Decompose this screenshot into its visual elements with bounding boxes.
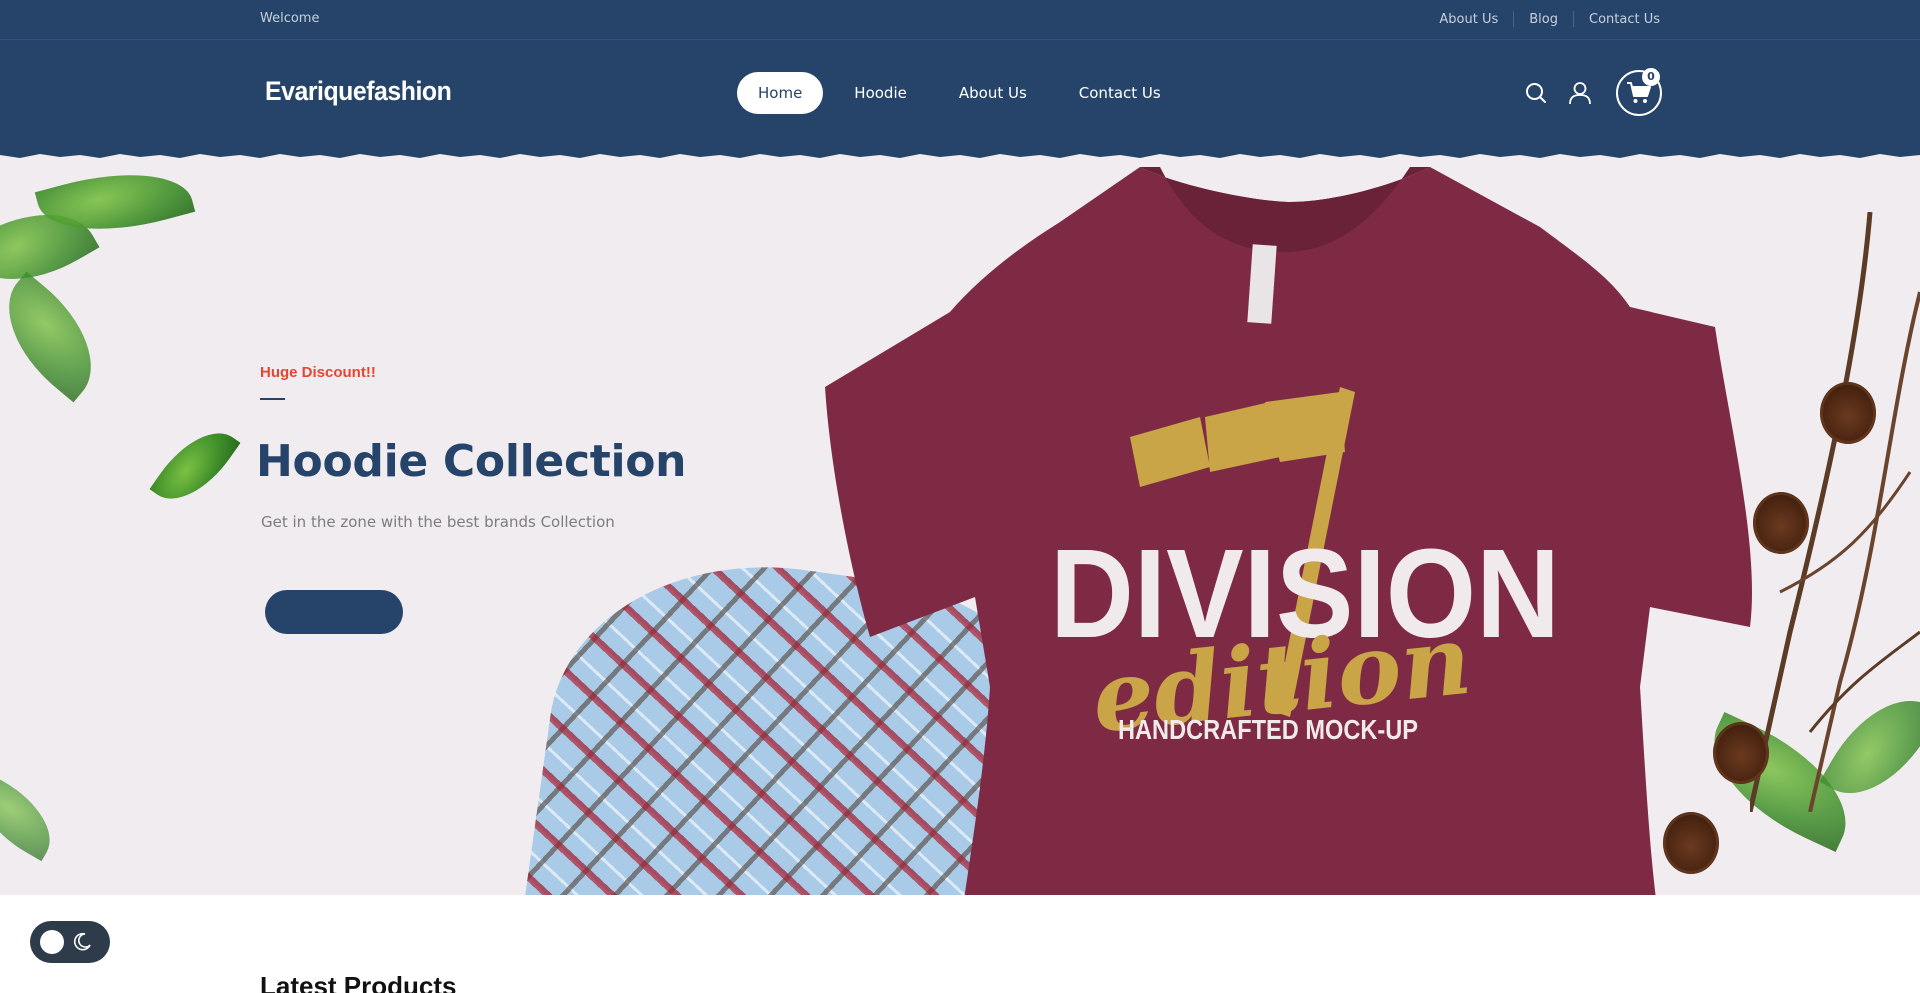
main-header: Evariquefashion Home Hoodie About Us Con… — [0, 40, 1920, 152]
site-logo[interactable]: Evariquefashion — [265, 76, 452, 107]
shop-now-button[interactable] — [265, 590, 403, 634]
torn-edge — [0, 152, 1920, 158]
user-icon[interactable] — [1566, 79, 1594, 107]
theme-toggle[interactable] — [30, 921, 110, 963]
top-bar: Welcome About Us Blog Contact Us — [0, 0, 1920, 40]
hero-banner: DIVISION edition HANDCRAFTED MOCK-UP Hug… — [0, 152, 1920, 895]
welcome-text: Welcome — [260, 11, 320, 26]
nav-item-home[interactable]: Home — [737, 72, 824, 114]
tshirt-image: DIVISION edition HANDCRAFTED MOCK-UP — [825, 167, 1752, 895]
main-nav: Home Hoodie About Us Contact Us — [737, 72, 1192, 114]
sun-knob — [40, 930, 64, 954]
search-icon[interactable] — [1522, 79, 1550, 107]
tagline-underline — [260, 398, 285, 400]
discount-tagline: Huge Discount!! — [260, 364, 376, 381]
pinecone-decoration — [1820, 382, 1876, 444]
leaf-decoration — [0, 772, 67, 862]
cart-count-badge: 0 — [1642, 68, 1660, 86]
top-link-contact-us[interactable]: Contact Us — [1589, 12, 1660, 27]
hero-title: Hoodie Collection — [256, 436, 687, 487]
nav-item-about-us[interactable]: About Us — [938, 72, 1048, 114]
divider — [1513, 11, 1515, 27]
top-link-about-us[interactable]: About Us — [1439, 12, 1498, 27]
nav-item-contact-us[interactable]: Contact Us — [1058, 72, 1182, 114]
divider — [1573, 11, 1574, 27]
pinecone-decoration — [1663, 812, 1719, 874]
header-icons: 0 — [1522, 68, 1662, 116]
pinecone-decoration — [1753, 492, 1809, 554]
moon-icon — [74, 932, 91, 951]
pinecone-decoration — [1713, 722, 1769, 784]
shirt-print-line3: HANDCRAFTED MOCK-UP — [1118, 714, 1418, 745]
top-links: About Us Blog Contact Us — [1439, 11, 1660, 27]
top-link-blog[interactable]: Blog — [1529, 12, 1558, 27]
nav-item-hoodie[interactable]: Hoodie — [833, 72, 928, 114]
cart-button[interactable]: 0 — [1616, 68, 1662, 116]
leaf-decoration — [0, 271, 119, 403]
leaf-decoration — [149, 415, 241, 517]
latest-products-title: Latest Products — [260, 971, 457, 993]
hero-subtitle: Get in the zone with the best brands Col… — [261, 513, 615, 531]
